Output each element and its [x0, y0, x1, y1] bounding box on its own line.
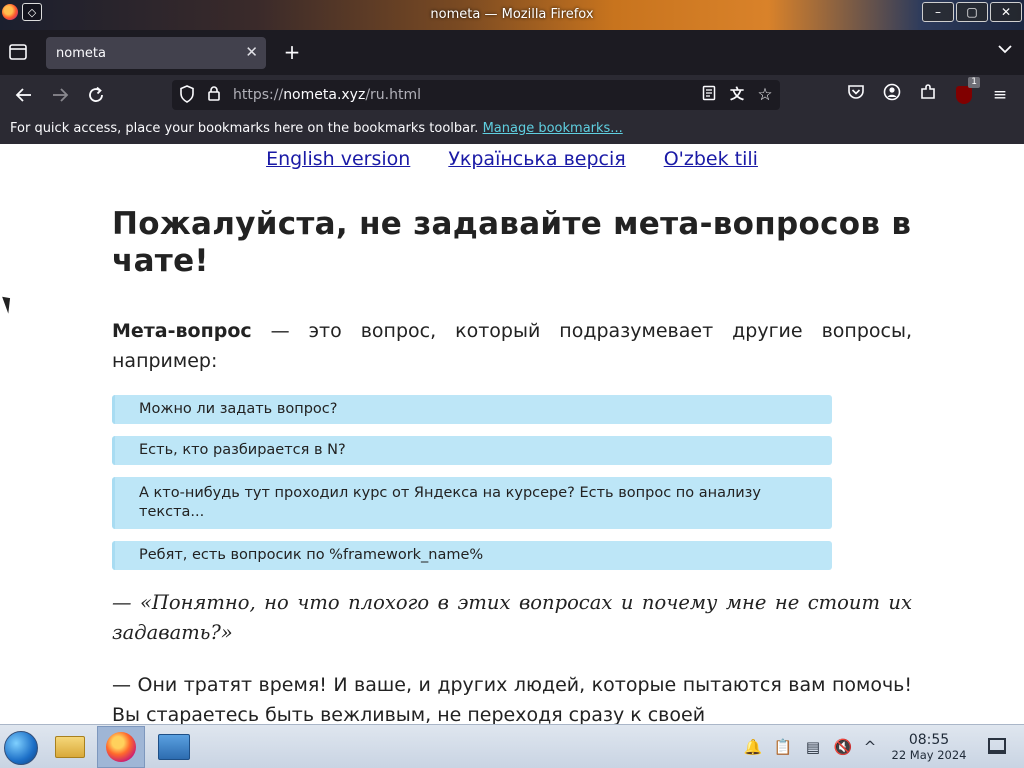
bookmarks-empty-message: For quick access, place your bookmarks h… [10, 121, 479, 136]
maximize-button[interactable]: ▢ [956, 2, 988, 22]
ublock-origin-icon[interactable]: 1 [952, 77, 980, 107]
url-path: /ru.html [365, 87, 422, 103]
storage-device-icon[interactable]: ▤ [803, 737, 823, 757]
bookmark-star-icon[interactable]: ☆ [755, 85, 775, 105]
new-tab-button[interactable]: + [280, 40, 304, 64]
navigation-toolbar: https://nometa.xyz/ru.html 文 ☆ 1 ≡ [0, 75, 1024, 115]
url-text[interactable]: https://nometa.xyz/ru.html [233, 87, 421, 103]
web-page-content: English version Українська версія O'zbek… [0, 144, 1024, 724]
quote-paragraph: — «Понятно, но что плохого в этих вопрос… [112, 591, 912, 644]
lang-link-english[interactable]: English version [266, 148, 410, 170]
address-bar[interactable]: https://nometa.xyz/ru.html 文 ☆ [172, 80, 780, 110]
example-item: Ребят, есть вопросик по %framework_name% [112, 541, 832, 570]
forward-icon[interactable] [48, 83, 72, 107]
close-window-button[interactable]: ✕ [990, 2, 1022, 22]
account-icon[interactable] [880, 83, 904, 107]
show-desktop-icon[interactable] [988, 738, 1006, 754]
example-item: Можно ли задать вопрос? [112, 395, 832, 424]
window-title-bar: ◇ nometa — Mozilla Firefox – ▢ ✕ [0, 0, 1024, 30]
clock-date: 22 May 2024 [891, 748, 967, 762]
lang-link-ukrainian[interactable]: Українська версія [448, 148, 625, 170]
file-manager-task[interactable] [46, 726, 94, 768]
control-panel-icon [158, 734, 190, 760]
intro-paragraph: Мета-вопрос — это вопрос, который подраз… [112, 316, 912, 376]
lock-icon[interactable] [204, 85, 224, 105]
tab-strip: nometa ✕ + [0, 30, 1024, 75]
intro-term: Мета-вопрос [112, 320, 252, 342]
example-list: Можно ли задать вопрос? Есть, кто разбир… [112, 395, 832, 570]
system-clock[interactable]: 08:55 22 May 2024 [888, 732, 970, 762]
firefox-view-icon[interactable] [8, 42, 30, 64]
close-tab-icon[interactable]: ✕ [245, 43, 258, 61]
answer-paragraph: — Они тратят время! И ваше, и других люд… [112, 674, 912, 724]
start-menu-icon[interactable] [4, 731, 38, 765]
pocket-icon[interactable] [844, 83, 868, 107]
minimize-button[interactable]: – [922, 2, 954, 22]
show-hidden-icons-chevron-icon[interactable]: ^ [860, 737, 880, 757]
firefox-icon [106, 732, 136, 762]
tracking-protection-shield-icon[interactable] [177, 85, 197, 105]
bookmarks-toolbar: For quick access, place your bookmarks h… [0, 115, 1024, 144]
window-controls: – ▢ ✕ [922, 2, 1022, 22]
manage-bookmarks-link[interactable]: Manage bookmarks... [483, 121, 623, 136]
language-links: English version Українська версія O'zbek… [0, 148, 1024, 170]
firefox-task[interactable] [97, 726, 145, 768]
tab-nometa[interactable]: nometa ✕ [46, 37, 266, 69]
hamburger-menu-icon[interactable]: ≡ [988, 83, 1012, 107]
translate-icon[interactable]: 文 [727, 85, 747, 105]
control-panel-task[interactable] [150, 726, 198, 768]
volume-muted-icon[interactable]: 🔇 [833, 737, 853, 757]
extension-badge-count: 1 [968, 77, 980, 88]
url-scheme: https:// [233, 87, 284, 103]
url-host: nometa.xyz [283, 87, 366, 103]
mouse-cursor [2, 294, 15, 314]
tab-label: nometa [56, 46, 106, 61]
reload-icon[interactable] [84, 83, 108, 107]
reader-view-icon[interactable] [699, 85, 719, 105]
article: Пожалуйста, не задавайте мета-вопросов в… [112, 206, 912, 724]
lang-link-uzbek[interactable]: O'zbek tili [664, 148, 758, 170]
taskbar: 🔔 📋 ▤ 🔇 ^ 08:55 22 May 2024 [0, 724, 1024, 768]
clipboard-icon[interactable]: 📋 [773, 737, 793, 757]
notifications-bell-icon[interactable]: 🔔 [743, 737, 763, 757]
window-title: nometa — Mozilla Firefox [430, 7, 594, 22]
clock-time: 08:55 [908, 732, 950, 748]
folder-icon [55, 736, 85, 758]
example-item: Есть, кто разбирается в N? [112, 436, 832, 465]
example-item: А кто-нибудь тут проходил курс от Яндекс… [112, 477, 832, 529]
back-icon[interactable] [12, 83, 36, 107]
page-heading: Пожалуйста, не задавайте мета-вопросов в… [112, 206, 912, 279]
extensions-puzzle-icon[interactable] [916, 83, 940, 107]
list-all-tabs-icon[interactable] [998, 42, 1012, 58]
